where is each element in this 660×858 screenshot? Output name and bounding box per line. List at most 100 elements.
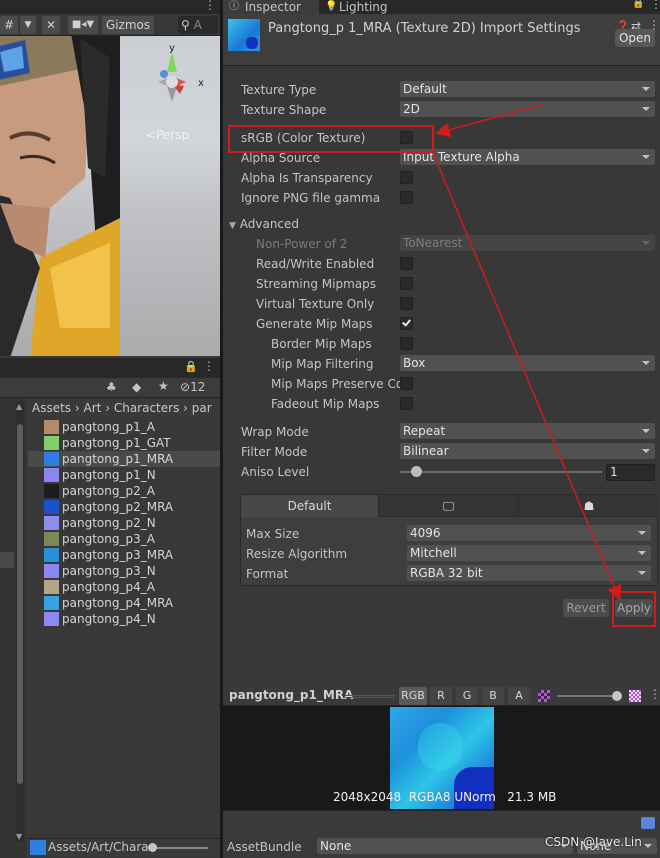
asset-list-item[interactable]: pangtong_p2_MRA xyxy=(28,499,220,515)
asset-list-item[interactable]: pangtong_p1_MRA xyxy=(28,451,220,467)
tab-lighting[interactable]: 💡 Lighting xyxy=(321,0,401,14)
aniso-level-input[interactable]: 1 xyxy=(606,464,655,481)
channel-r-button[interactable]: R xyxy=(430,687,452,705)
breadcrumb-item-art[interactable]: Art xyxy=(84,401,102,415)
assetbundle-dropdown[interactable]: None xyxy=(317,838,573,854)
orientation-gizmo[interactable]: y x xyxy=(140,44,204,114)
asset-list-item[interactable]: pangtong_p1_GAT xyxy=(28,435,220,451)
asset-thumbnail-icon xyxy=(30,840,46,855)
open-button[interactable]: Open xyxy=(615,29,655,47)
channel-b-button[interactable]: B xyxy=(482,687,504,705)
folder-tree-selected[interactable] xyxy=(0,552,14,568)
advanced-foldout[interactable]: ▼ Advanced xyxy=(229,216,299,234)
search-by-label-icon[interactable]: ◆ xyxy=(132,380,141,394)
persp-label[interactable]: <Persp xyxy=(146,128,189,142)
tab-inspector[interactable]: ⓘ Inspector xyxy=(223,0,319,14)
search-placeholder: A xyxy=(193,18,202,32)
more-icon[interactable]: ⋮ xyxy=(650,0,660,11)
tab-standalone-platform[interactable]: 🖵 xyxy=(379,495,519,517)
asset-list-item[interactable]: pangtong_p1_A xyxy=(28,419,220,435)
mipmaps-preserve-coverage-checkbox[interactable] xyxy=(400,377,413,390)
label-tag-icon[interactable] xyxy=(641,817,655,829)
resize-algorithm-dropdown[interactable]: Mitchell xyxy=(407,545,651,561)
aniso-level-slider[interactable] xyxy=(400,471,602,473)
read-write-checkbox[interactable] xyxy=(400,257,413,270)
max-size-dropdown[interactable]: 4096 xyxy=(407,525,651,541)
breadcrumb-item-assets[interactable]: Assets xyxy=(28,401,71,415)
asset-list-item[interactable]: pangtong_p3_MRA xyxy=(28,547,220,563)
fadeout-mipmaps-checkbox[interactable] xyxy=(400,397,413,410)
mip-small-icon xyxy=(538,690,550,702)
texture-shape-dropdown[interactable]: 2D xyxy=(400,101,655,117)
asset-list-item[interactable]: pangtong_p3_A xyxy=(28,531,220,547)
grid-dropdown-icon[interactable]: ▼ xyxy=(20,16,36,34)
icon-size-slider-handle[interactable] xyxy=(148,843,157,852)
grid-snap-icon[interactable]: # xyxy=(0,16,18,34)
channel-rgb-button[interactable]: RGB xyxy=(399,687,427,705)
scene-search-input[interactable]: ⚲ A xyxy=(178,16,218,34)
tab-default-label: Default xyxy=(287,499,332,513)
camera-dropdown[interactable]: ■◂▼ xyxy=(68,16,98,34)
aniso-level-slider-handle[interactable] xyxy=(411,466,422,477)
platform-tabs: Default 🖵 ☗ xyxy=(241,495,659,517)
advanced-label: Advanced xyxy=(239,217,300,231)
mipmap-filtering-dropdown[interactable]: Box xyxy=(400,355,655,371)
chevron-down-icon xyxy=(642,87,650,91)
search-by-type-icon[interactable]: ♣ xyxy=(106,380,117,394)
more-icon[interactable]: ⋮ xyxy=(649,687,660,701)
favorite-star-icon[interactable]: ★ xyxy=(158,379,169,393)
border-mipmaps-checkbox[interactable] xyxy=(400,337,413,350)
asset-list-item[interactable]: pangtong_p3_N xyxy=(28,563,220,579)
resize-algorithm-value: Mitchell xyxy=(410,546,457,560)
non-power-of-2-dropdown: ToNearest xyxy=(400,235,655,251)
texture-shape-label: Texture Shape xyxy=(241,103,327,117)
scene-view[interactable]: ⋮ # ▼ ✕ ■◂▼ Gizmos ▼ ⚲ A y x <Persp xyxy=(0,0,220,356)
scroll-up-icon[interactable]: ▲ xyxy=(16,402,22,411)
checkmark-icon xyxy=(402,317,411,327)
alpha-source-dropdown[interactable]: Input Texture Alpha xyxy=(400,149,655,165)
asset-list-item[interactable]: pangtong_p4_A xyxy=(28,579,220,595)
gizmos-dropdown[interactable]: Gizmos ▼ xyxy=(102,16,154,50)
breadcrumb-item-par[interactable]: par xyxy=(192,401,212,415)
hidden-packages-button[interactable]: ⊘12 xyxy=(180,380,205,394)
platform-settings-panel: Default 🖵 ☗ Max Size 4096 Resize Algorit… xyxy=(240,494,659,586)
scrollbar-thumb[interactable] xyxy=(17,424,23,784)
more-icon[interactable]: ⋮ xyxy=(204,0,216,12)
channel-g-button[interactable]: G xyxy=(456,687,478,705)
chevron-down-icon xyxy=(642,241,650,245)
inspector-tab-bar: ⓘ Inspector 💡 Lighting 🔒 ⋮ xyxy=(223,0,660,14)
more-icon[interactable]: ⋮ xyxy=(203,359,215,373)
alpha-transparency-label: Alpha Is Transparency xyxy=(241,171,373,185)
tab-default-platform[interactable]: Default xyxy=(241,495,379,517)
tools-icon[interactable]: ✕ xyxy=(42,16,60,34)
asset-list-item[interactable]: pangtong_p4_MRA xyxy=(28,595,220,611)
revert-button[interactable]: Revert xyxy=(563,599,609,617)
generate-mipmaps-checkbox[interactable] xyxy=(400,317,413,330)
wrap-mode-dropdown[interactable]: Repeat xyxy=(400,423,655,439)
asset-list-item[interactable]: pangtong_p2_N xyxy=(28,515,220,531)
asset-name: pangtong_p2_N xyxy=(62,516,156,530)
breadcrumb-item-characters[interactable]: Characters xyxy=(114,401,180,415)
asset-list-item[interactable]: pangtong_p2_A xyxy=(28,483,220,499)
channel-a-button[interactable]: A xyxy=(508,687,530,705)
filter-mode-dropdown[interactable]: Bilinear xyxy=(400,443,655,459)
texture-thumbnail-icon xyxy=(44,516,59,530)
asset-name: pangtong_p4_MRA xyxy=(62,596,174,610)
virtual-texture-checkbox[interactable] xyxy=(400,297,413,310)
scroll-down-icon[interactable]: ▼ xyxy=(16,832,22,841)
texture-shape-value: 2D xyxy=(403,102,420,116)
tab-android-platform[interactable]: ☗ xyxy=(519,495,659,517)
preview-drag-handle[interactable] xyxy=(345,695,395,698)
lock-icon[interactable]: 🔒 xyxy=(184,360,198,373)
streaming-mipmaps-checkbox[interactable] xyxy=(400,277,413,290)
asset-list-item[interactable]: pangtong_p1_N xyxy=(28,467,220,483)
lock-icon[interactable]: 🔒 xyxy=(632,0,644,9)
asset-list-item[interactable]: pangtong_p4_N xyxy=(28,611,220,627)
icon-size-slider[interactable] xyxy=(152,847,208,849)
mip-level-slider-handle[interactable] xyxy=(612,691,622,701)
alpha-transparency-checkbox[interactable] xyxy=(400,171,413,184)
format-dropdown[interactable]: RGBA 32 bit xyxy=(407,565,651,581)
mipmap-filtering-value: Box xyxy=(403,356,426,370)
ignore-png-gamma-checkbox[interactable] xyxy=(400,191,413,204)
texture-type-dropdown[interactable]: Default xyxy=(400,81,655,97)
